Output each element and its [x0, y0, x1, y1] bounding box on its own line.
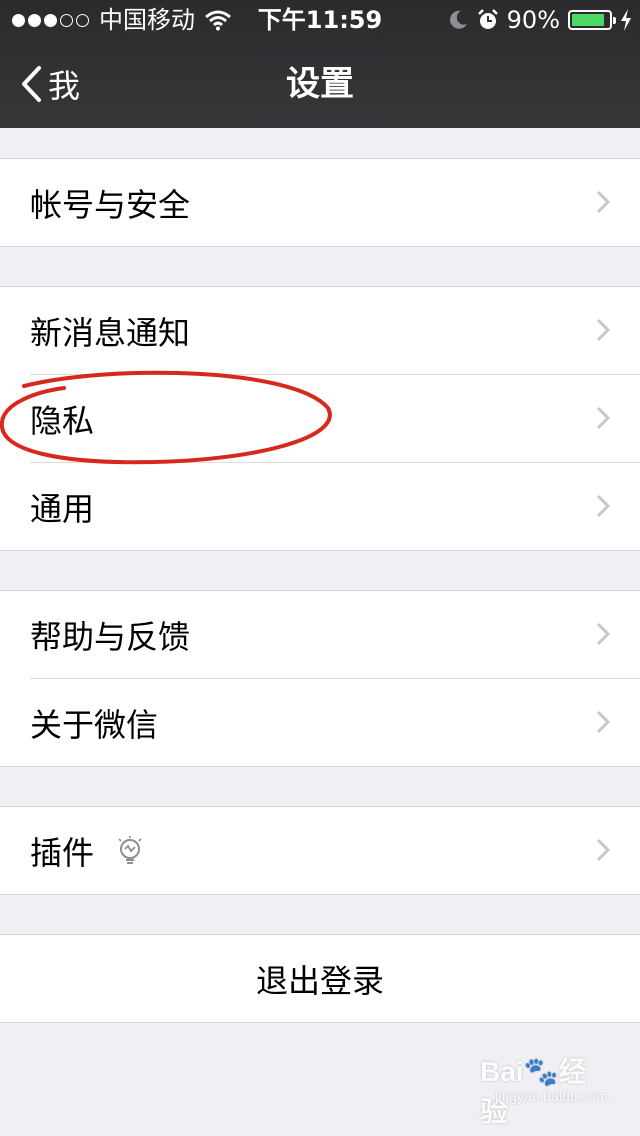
status-bar: 中国移动 下午11:59 90% [0, 0, 640, 40]
settings-item-notifications[interactable]: 新消息通知 [0, 287, 640, 374]
settings-item-help-feedback[interactable]: 帮助与反馈 [0, 591, 640, 678]
back-button[interactable]: 我 [20, 62, 80, 106]
chevron-right-icon [596, 318, 610, 342]
settings-item-label: 帐号与安全 [30, 185, 191, 224]
settings-item-label: 新消息通知 [30, 313, 191, 352]
baidu-jingyan-watermark: Bai🐾经验 jingyan.baidu.com [480, 1044, 610, 1127]
status-right: 90% [447, 0, 632, 40]
settings-group-help: 帮助与反馈 关于微信 [0, 590, 640, 767]
settings-group-general: 新消息通知 隐私 通用 [0, 286, 640, 551]
chevron-right-icon [596, 190, 610, 214]
chevron-right-icon [596, 838, 610, 862]
settings-item-plugins[interactable]: 插件 [0, 807, 640, 894]
navigation-bar: 我 设置 [0, 40, 640, 128]
battery-level [572, 14, 604, 26]
lightbulb-icon [118, 835, 142, 864]
settings-item-about[interactable]: 关于微信 [0, 678, 640, 766]
charging-bolt-icon [621, 9, 631, 31]
settings-item-label: 关于微信 [30, 705, 159, 744]
settings-item-label: 帮助与反馈 [30, 617, 191, 656]
chevron-right-icon [596, 406, 610, 430]
chevron-left-icon [22, 66, 41, 102]
logout-label: 退出登录 [255, 961, 384, 1000]
screen: 中国移动 下午11:59 90% 我 设置 帐号与安全 新消息通知 隐私 通用 … [0, 0, 640, 1136]
battery-percent: 90% [506, 6, 560, 34]
settings-item-label: 通用 [30, 489, 95, 528]
chevron-right-icon [596, 710, 610, 734]
moon-icon [449, 10, 467, 29]
settings-item-label: 隐私 [30, 401, 95, 440]
settings-group-plugins: 插件 [0, 806, 640, 895]
top-bar: 中国移动 下午11:59 90% 我 设置 [0, 0, 640, 128]
logout-group: 退出登录 [0, 934, 640, 1023]
battery-icon [568, 10, 616, 30]
settings-item-general[interactable]: 通用 [0, 462, 640, 550]
watermark-brand-text: Bai [480, 1056, 524, 1087]
alarm-icon [477, 9, 498, 29]
settings-item-account-security[interactable]: 帐号与安全 [0, 159, 640, 246]
chevron-right-icon [596, 622, 610, 646]
settings-group-account: 帐号与安全 [0, 158, 640, 247]
page-title: 设置 [286, 64, 354, 104]
settings-item-label: 插件 [30, 833, 95, 872]
chevron-right-icon [596, 494, 610, 518]
watermark-site: jingyan.baidu.com [495, 1088, 608, 1104]
back-label: 我 [48, 67, 81, 105]
paw-icon: 🐾 [523, 1056, 559, 1087]
settings-item-privacy[interactable]: 隐私 [0, 374, 640, 462]
logout-button[interactable]: 退出登录 [0, 935, 640, 1022]
